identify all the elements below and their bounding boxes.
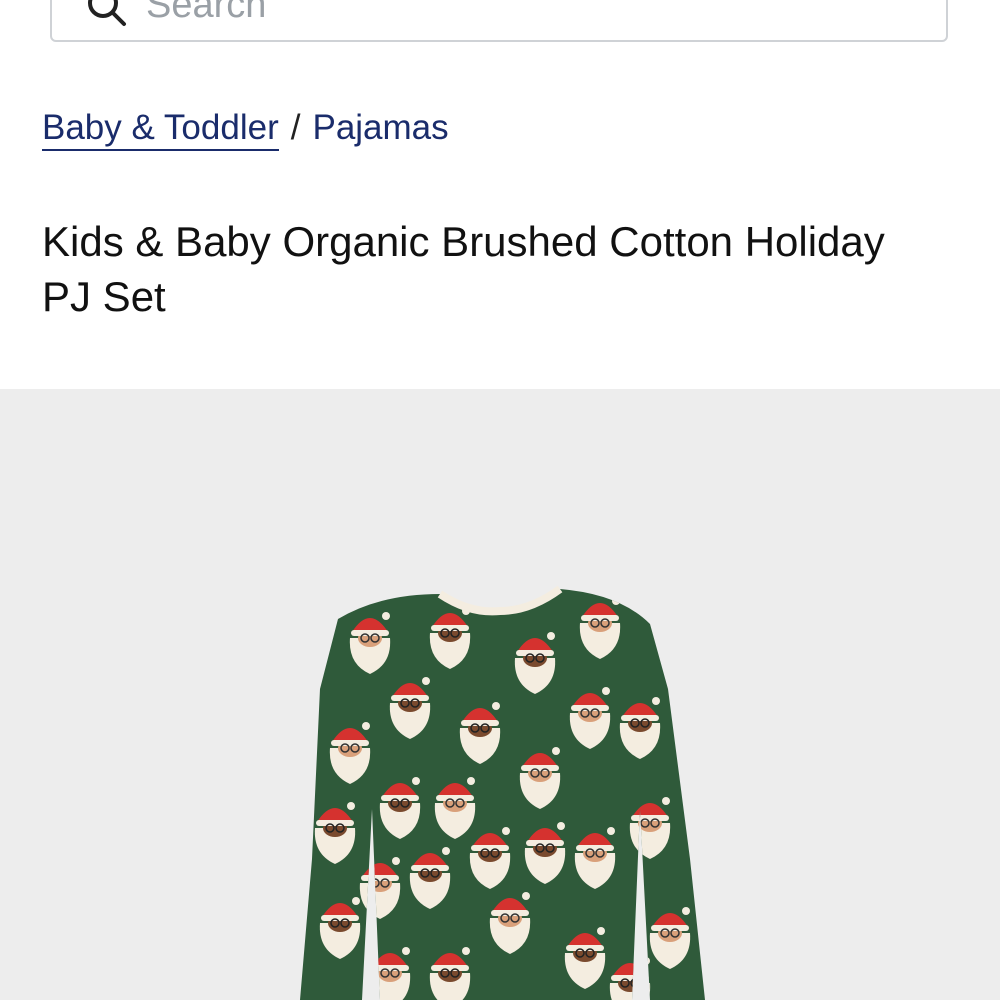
product-photo-pajama-top <box>0 389 1000 1000</box>
search-input[interactable] <box>146 0 906 38</box>
product-title: Kids & Baby Organic Brushed Cotton Holid… <box>42 218 885 320</box>
search-icon[interactable] <box>84 0 128 28</box>
product-page: Baby & Toddler / Pajamas Kids & Baby Org… <box>0 0 1000 1000</box>
breadcrumb-separator: / <box>290 108 301 147</box>
search-bar[interactable] <box>50 0 948 42</box>
product-image[interactable] <box>0 389 1000 1000</box>
breadcrumb-link-baby-toddler[interactable]: Baby & Toddler <box>42 108 279 151</box>
breadcrumb-link-pajamas[interactable]: Pajamas <box>312 108 448 148</box>
breadcrumb: Baby & Toddler / Pajamas <box>42 108 449 151</box>
